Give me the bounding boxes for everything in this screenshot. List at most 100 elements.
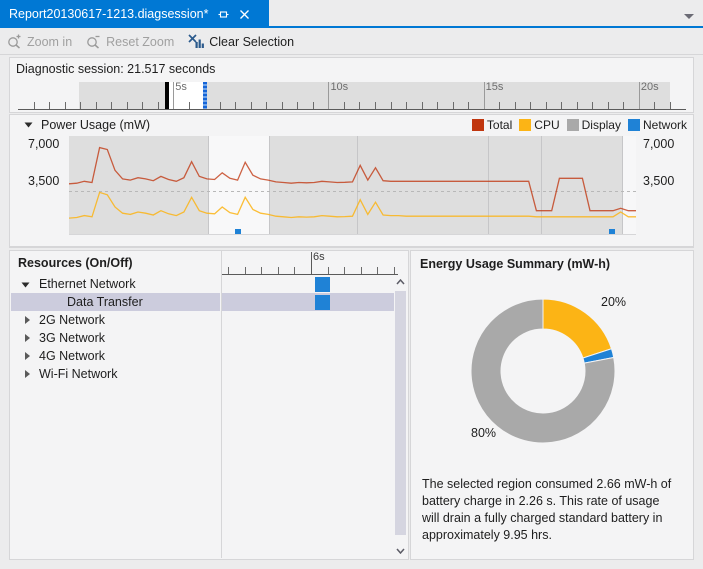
- ruler-minor-tick: [281, 102, 283, 109]
- chevron-down-icon[interactable]: [683, 9, 695, 19]
- resources-ruler[interactable]: 6s: [222, 251, 398, 275]
- triangle-expanded-icon[interactable]: [24, 122, 33, 128]
- zoom-in-button[interactable]: Zoom in: [0, 31, 79, 53]
- ruler-minor-tick: [592, 102, 594, 109]
- scrollbar-thumb[interactable]: [395, 291, 406, 535]
- power-plot-wrapper: 7,000 3,500 7,000 3,500: [10, 136, 693, 246]
- ruler-minor-tick: [576, 102, 578, 109]
- expander-collapsed[interactable]: [23, 315, 33, 325]
- resource-row-wi-fi-network[interactable]: Wi-Fi Network: [11, 365, 220, 383]
- ruler-minor-tick: [188, 102, 190, 109]
- energy-summary-title: Energy Usage Summary (mW-h): [420, 257, 611, 271]
- clear-selection-icon: [188, 34, 205, 49]
- expander-collapsed[interactable]: [23, 351, 33, 361]
- ruler-minor-tick: [142, 102, 144, 109]
- resource-label: 4G Network: [39, 349, 105, 363]
- resource-track-row: [222, 347, 398, 365]
- resources-minor-tick: [294, 267, 296, 274]
- close-icon[interactable]: [238, 8, 251, 21]
- ruler-minor-tick: [452, 102, 454, 109]
- clear-selection-button[interactable]: Clear Selection: [181, 31, 301, 53]
- ruler-minor-tick: [623, 102, 625, 109]
- horizontal-splitter[interactable]: [9, 247, 694, 248]
- plot-bottom-border: [69, 234, 636, 235]
- resource-row-2g-network[interactable]: 2G Network: [11, 311, 220, 329]
- data-transfer-block[interactable]: [315, 277, 330, 292]
- zoom-reset-icon: [86, 34, 101, 49]
- pin-icon[interactable]: [217, 8, 230, 21]
- resources-tree[interactable]: Ethernet Network Data Transfer 2G Network 3…: [11, 275, 220, 558]
- ruler-baseline: [18, 109, 686, 110]
- ruler-minor-tick: [80, 102, 82, 109]
- ruler-tick-label: 20s: [640, 81, 659, 93]
- expander-collapsed[interactable]: [23, 333, 33, 343]
- y-axis-left-max: 7,000: [28, 137, 60, 151]
- power-usage-title: Power Usage (mW): [41, 118, 151, 132]
- chevron-down-icon[interactable]: [394, 544, 407, 558]
- session-duration-label: Diagnostic session: 21.517 seconds: [16, 62, 216, 76]
- resources-track-rows: [222, 275, 398, 558]
- ruler-minor-tick: [235, 102, 237, 109]
- triangle-collapsed-icon[interactable]: [25, 352, 30, 360]
- ruler-minor-tick: [468, 102, 470, 109]
- power-usage-chart[interactable]: [69, 136, 636, 234]
- resource-label: Data Transfer: [67, 295, 143, 309]
- selection-start-handle[interactable]: [164, 82, 169, 109]
- y-axis-right-mid: 3,500: [643, 174, 675, 188]
- resources-minor-tick: [327, 267, 329, 274]
- ruler-minor-tick: [266, 102, 268, 109]
- triangle-collapsed-icon[interactable]: [25, 316, 30, 324]
- legend-item-cpu: CPU: [519, 118, 560, 132]
- chevron-up-icon[interactable]: [394, 275, 407, 289]
- resource-track-row: [222, 329, 398, 347]
- resource-track-row: [222, 311, 398, 329]
- resource-label: Ethernet Network: [39, 277, 136, 291]
- legend-label-display: Display: [581, 118, 621, 132]
- resource-row-3g-network[interactable]: 3G Network: [11, 329, 220, 347]
- expander-none: [23, 297, 33, 307]
- resources-minor-tick: [277, 267, 279, 274]
- resources-minor-tick: [360, 267, 362, 274]
- timeline-ruler[interactable]: 5s 10s 15s 20s: [18, 81, 686, 110]
- expander-collapsed[interactable]: [23, 369, 33, 379]
- ruler-minor-tick: [49, 102, 51, 109]
- resource-row-data-transfer[interactable]: Data Transfer: [11, 293, 220, 311]
- reset-zoom-button[interactable]: Reset Zoom: [79, 31, 181, 53]
- legend-label-cpu: CPU: [534, 118, 560, 132]
- selection-end-handle[interactable]: [202, 82, 207, 109]
- ruler-tick-label: 5s: [175, 81, 187, 93]
- toolbar: Zoom in Reset Zoom Clear Selection: [0, 29, 703, 55]
- expander-expanded[interactable]: [21, 279, 33, 289]
- resource-row-4g-network[interactable]: 4G Network: [11, 347, 220, 365]
- power-profiler-window: Report20130617-1213.diagsession* Zoom in…: [0, 0, 703, 569]
- resource-row-ethernet-network[interactable]: Ethernet Network: [11, 275, 220, 293]
- ruler-minor-tick: [157, 102, 159, 109]
- series-line-total: [69, 146, 636, 212]
- energy-summary-panel: Energy Usage Summary (mW-h) 20% 80% The …: [410, 250, 694, 560]
- ruler-minor-tick: [421, 102, 423, 109]
- resources-scrollbar[interactable]: [394, 275, 407, 558]
- tab-underline: [0, 26, 703, 28]
- ruler-minor-tick: [359, 102, 361, 109]
- legend-swatch-network: [627, 119, 640, 131]
- resources-panel: Resources (On/Off) Ethernet Network Data …: [9, 250, 409, 560]
- ruler-minor-tick: [545, 102, 547, 109]
- ruler-minor-tick: [406, 102, 408, 109]
- ruler-tick-label: 10s: [330, 81, 349, 93]
- resource-track-row: [222, 365, 398, 383]
- triangle-expanded-icon[interactable]: [21, 282, 30, 288]
- resource-label: 2G Network: [39, 313, 105, 327]
- tab-strip: Report20130617-1213.diagsession*: [0, 0, 703, 28]
- ruler-minor-tick: [33, 102, 35, 109]
- clear-selection-label: Clear Selection: [209, 34, 295, 49]
- ruler-minor-tick: [312, 102, 314, 109]
- legend-label-network: Network: [642, 118, 687, 132]
- legend-item-network: Network: [627, 118, 687, 132]
- zoom-in-icon: [7, 34, 22, 49]
- data-transfer-block[interactable]: [315, 295, 330, 310]
- session-panel: Diagnostic session: 21.517 seconds 5s 10s…: [9, 57, 694, 113]
- tab-diagsession[interactable]: Report20130617-1213.diagsession*: [0, 0, 270, 28]
- ruler-minor-tick: [437, 102, 439, 109]
- triangle-collapsed-icon[interactable]: [25, 370, 30, 378]
- triangle-collapsed-icon[interactable]: [25, 334, 30, 342]
